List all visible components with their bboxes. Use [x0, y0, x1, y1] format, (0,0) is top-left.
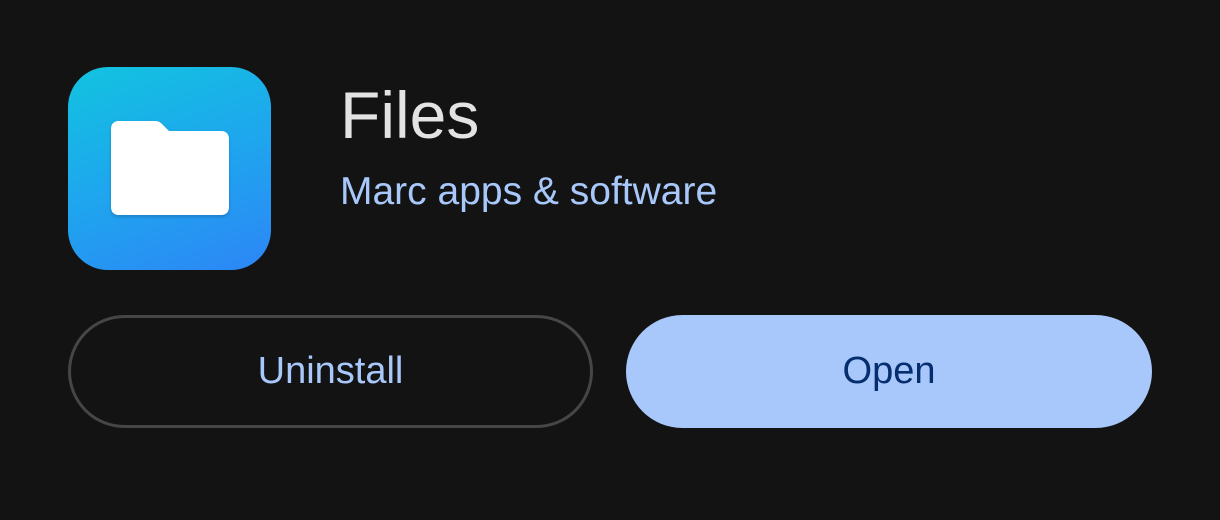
app-header: Files Marc apps & software	[68, 67, 1152, 270]
developer-link[interactable]: Marc apps & software	[340, 167, 717, 217]
uninstall-button[interactable]: Uninstall	[68, 315, 593, 428]
open-button[interactable]: Open	[626, 315, 1152, 428]
app-title: Files	[340, 78, 480, 152]
app-icon	[68, 67, 271, 270]
action-buttons: Uninstall Open	[68, 315, 1152, 428]
folder-icon	[111, 121, 229, 215]
